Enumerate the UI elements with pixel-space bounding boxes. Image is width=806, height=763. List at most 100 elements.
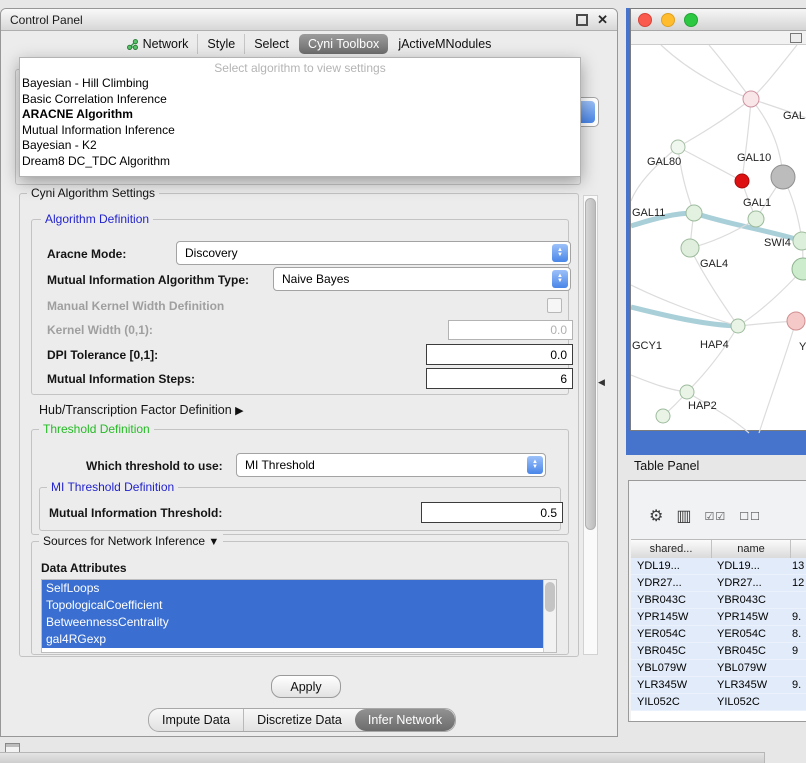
algorithm-option[interactable]: Bayesian - Hill Climbing <box>20 76 580 92</box>
algorithm-option[interactable]: Dream8 DC_TDC Algorithm <box>20 154 580 170</box>
table-row[interactable]: YER054CYER054C8. <box>631 626 806 643</box>
manual-kernel-width-label: Manual Kernel Width Definition <box>47 299 224 313</box>
tab-impute-data[interactable]: Impute Data <box>149 709 243 731</box>
show-columns-icon[interactable]: ▥ <box>676 509 691 525</box>
apply-button[interactable]: Apply <box>271 675 341 698</box>
deselect-all-icon[interactable]: ☐☐ <box>739 512 761 523</box>
data-attribute-item[interactable]: gal4RGexp <box>42 631 544 648</box>
sources-section[interactable]: Sources for Network Inference ▼ <box>39 534 223 548</box>
settings-scrollbar-thumb[interactable] <box>585 198 596 530</box>
kernel-width-field[interactable]: 0.0 <box>448 320 573 340</box>
table-row[interactable]: YPR145WYPR145W9. <box>631 609 806 626</box>
table-row[interactable]: YBR045CYBR045C9 <box>631 643 806 660</box>
network-node[interactable] <box>686 205 702 221</box>
table-settings-gear-icon[interactable]: ⚙ <box>649 509 663 525</box>
table-row[interactable]: YDL19...YDL19...13 <box>631 558 806 575</box>
table-cell: YPR145W <box>631 609 711 625</box>
table-cell: YBL079W <box>631 660 711 676</box>
algorithm-option[interactable]: Basic Correlation Inference <box>20 92 580 108</box>
control-panel-titlebar[interactable]: Control Panel ✕ <box>1 9 617 31</box>
aracne-mode-combobox[interactable]: Discovery ▲▼ <box>176 241 571 265</box>
column-header-partial[interactable] <box>791 540 806 558</box>
manual-kernel-width-checkbox[interactable] <box>547 298 562 313</box>
network-edge[interactable] <box>678 147 742 181</box>
mi-threshold-field[interactable]: 0.5 <box>421 502 563 523</box>
sources-title: Sources for Network Inference <box>43 534 205 548</box>
network-edge[interactable] <box>631 307 738 326</box>
dpi-tolerance-field[interactable]: 0.0 <box>426 344 573 365</box>
tab-discretize-data[interactable]: Discretize Data <box>243 709 355 731</box>
table-cell <box>789 660 806 676</box>
network-node[interactable] <box>680 385 694 399</box>
network-node[interactable] <box>731 319 745 333</box>
minimize-traffic-light-icon[interactable] <box>661 13 675 27</box>
select-all-icon[interactable]: ☑☑ <box>704 512 726 523</box>
network-node[interactable] <box>656 409 670 423</box>
data-attribute-item[interactable]: BetweennessCentrality <box>42 614 544 631</box>
algorithm-option[interactable]: ARACNE Algorithm <box>20 107 580 123</box>
panel-collapse-left-icon[interactable]: ◀ <box>598 377 605 388</box>
network-node[interactable] <box>748 211 764 227</box>
mi-threshold-value: 0.5 <box>540 506 557 520</box>
network-edge[interactable] <box>742 99 751 181</box>
network-node[interactable] <box>771 165 795 189</box>
data-attribute-item[interactable]: TopologicalCoefficient <box>42 597 544 614</box>
table-row[interactable]: YDR27...YDR27...12 <box>631 575 806 592</box>
network-edge[interactable] <box>661 45 751 99</box>
network-window-titlebar[interactable] <box>631 9 806 31</box>
table-row[interactable]: YBL079WYBL079W <box>631 660 806 677</box>
network-node[interactable] <box>735 174 749 188</box>
tab-network[interactable]: Network <box>118 34 198 54</box>
algorithm-option[interactable]: Mutual Information Inference <box>20 123 580 139</box>
attributes-scrollbar-thumb[interactable] <box>545 582 555 612</box>
which-threshold-combobox[interactable]: MI Threshold ▲▼ <box>236 453 546 477</box>
column-header-name[interactable]: name <box>712 540 791 558</box>
tab-jactivemnodules[interactable]: jActiveMNodules <box>389 34 500 54</box>
settings-scrollbar[interactable] <box>583 195 598 655</box>
aracne-mode-value: Discovery <box>185 246 238 260</box>
float-window-icon[interactable] <box>576 14 588 26</box>
network-edge[interactable] <box>678 99 751 147</box>
table-row[interactable]: YBR043CYBR043C <box>631 592 806 609</box>
dpi-tolerance-value: 0.0 <box>550 348 567 362</box>
network-node[interactable] <box>681 239 699 257</box>
data-attributes-list: SelfLoopsTopologicalCoefficientBetweenne… <box>42 580 544 648</box>
algorithm-option[interactable]: Bayesian - K2 <box>20 138 580 154</box>
network-edge[interactable] <box>759 321 796 433</box>
network-edge[interactable] <box>687 392 749 433</box>
mi-steps-field[interactable]: 6 <box>426 368 573 389</box>
tab-cyni-toolbox[interactable]: Cyni Toolbox <box>299 34 388 54</box>
hub-transcription-section[interactable]: Hub/Transcription Factor Definition ▶ <box>39 403 244 417</box>
column-header-shared-name[interactable]: shared... <box>631 540 712 558</box>
network-edge[interactable] <box>751 45 797 99</box>
network-edge[interactable] <box>631 375 687 392</box>
network-edge[interactable] <box>751 99 783 177</box>
table-header-row: shared... name <box>631 539 806 559</box>
network-node[interactable] <box>743 91 759 107</box>
expand-right-icon[interactable]: ▶ <box>235 405 243 417</box>
network-node[interactable] <box>792 258 806 280</box>
gridmode-icon[interactable] <box>790 33 802 43</box>
cyni-algorithm-settings-title: Cyni Algorithm Settings <box>27 186 159 200</box>
table-row[interactable]: YLR345WYLR345W9. <box>631 677 806 694</box>
close-traffic-light-icon[interactable] <box>638 13 652 27</box>
table-row[interactable]: YIL052CYIL052C <box>631 694 806 711</box>
data-attribute-item[interactable]: SelfLoops <box>42 580 544 597</box>
dpi-tolerance-label: DPI Tolerance [0,1]: <box>47 348 158 362</box>
control-panel-tabbar: Network Style Select Cyni Toolbox jActiv… <box>1 31 617 57</box>
tab-style[interactable]: Style <box>197 34 244 54</box>
network-node[interactable] <box>787 312 805 330</box>
mi-algorithm-type-combobox[interactable]: Naive Bayes ▲▼ <box>273 267 571 291</box>
table-toolbar: ⚙ ▥ ☑☑ ☐☐ <box>629 501 806 533</box>
zoom-traffic-light-icon[interactable] <box>684 13 698 27</box>
tab-select[interactable]: Select <box>244 34 298 54</box>
network-edge[interactable] <box>687 326 738 392</box>
attributes-scrollbar[interactable] <box>543 580 556 652</box>
tab-infer-network[interactable]: Infer Network <box>355 709 455 731</box>
network-canvas[interactable]: GAL80GAL10GALGAL11GAL1SWI4GAL4GCY1HAP4YH… <box>631 45 806 430</box>
network-node[interactable] <box>671 140 685 154</box>
close-icon[interactable]: ✕ <box>597 13 608 26</box>
table-cell: YIL052C <box>631 694 711 710</box>
network-node[interactable] <box>793 232 806 250</box>
collapse-down-icon[interactable]: ▼ <box>208 536 219 548</box>
